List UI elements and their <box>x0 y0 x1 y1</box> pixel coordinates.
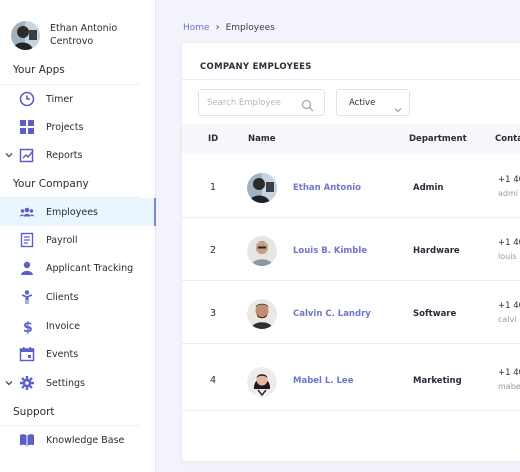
breadcrumb: Home › Employees <box>183 22 275 33</box>
sidebar-item-settings[interactable]: Settings <box>0 369 156 397</box>
column-header-name[interactable]: Name <box>248 134 275 144</box>
report-icon <box>19 147 35 163</box>
employee-id: 1 <box>210 182 217 193</box>
employee-department: Software <box>413 309 457 319</box>
sidebar-item-employees[interactable]: Employees <box>0 198 156 226</box>
sidebar-item-events[interactable]: Events <box>0 340 156 368</box>
sidebar-item-label: Knowledge Base <box>46 434 125 446</box>
employee-id: 3 <box>210 308 217 319</box>
employee-name-link[interactable]: Louis B. Kimble <box>293 246 367 256</box>
status-select[interactable]: Active <box>336 89 410 116</box>
sidebar-item-label: Timer <box>46 93 74 105</box>
search-box <box>198 89 325 116</box>
chevron-right-icon: › <box>215 22 220 33</box>
sidebar-item-invoice[interactable]: $ Invoice <box>0 312 156 340</box>
employee-phone: +1 40 <box>498 238 520 248</box>
sidebar-item-label: Clients <box>46 291 79 303</box>
column-header-contact[interactable]: Conta <box>495 134 520 144</box>
user-avatar <box>11 20 40 50</box>
employees-card: COMPANY EMPLOYEES Active ID Name Departm… <box>182 43 520 461</box>
sidebar-item-timer[interactable]: Timer <box>0 85 156 113</box>
sidebar: Ethan Antonio Centrovo Your Apps Timer P… <box>0 0 156 472</box>
table-row[interactable]: 3 Calvin C. Landry Software +1 40 calvi <box>182 281 520 344</box>
user-name-line1: Ethan Antonio <box>50 23 118 34</box>
employee-phone: +1 40 <box>498 368 520 378</box>
search-input[interactable] <box>207 96 292 110</box>
employee-avatar <box>247 173 277 203</box>
employee-name-link[interactable]: Ethan Antonio <box>293 183 361 193</box>
search-icon[interactable] <box>301 97 314 112</box>
people-icon <box>19 204 35 220</box>
receipt-icon <box>19 232 35 248</box>
employee-avatar <box>247 236 277 266</box>
table-row[interactable]: 2 Louis B. Kimble Hardware +1 40 louis <box>182 218 520 281</box>
sidebar-item-label: Payroll <box>46 234 78 246</box>
section-your-company: Your Company <box>13 178 89 190</box>
employee-email: mabe <box>498 382 520 391</box>
employee-email: calvi <box>498 315 517 324</box>
sidebar-item-payroll[interactable]: Payroll <box>0 226 156 254</box>
status-select-value: Active <box>349 98 376 108</box>
employee-phone: +1 40 <box>498 301 520 311</box>
chevron-down-icon[interactable] <box>5 151 13 159</box>
employee-department: Hardware <box>413 246 460 256</box>
sidebar-item-label: Invoice <box>46 320 80 332</box>
breadcrumb-home-link[interactable]: Home <box>183 23 210 33</box>
sidebar-item-label: Applicant Tracking <box>46 262 134 274</box>
sidebar-item-label: Events <box>46 348 79 360</box>
clock-icon <box>19 91 35 107</box>
user-name: Ethan Antonio Centrovo <box>50 22 117 48</box>
sidebar-item-label: Settings <box>46 377 85 389</box>
table-row[interactable]: 4 Mabel L. Lee Marketing +1 40 mabe <box>182 344 520 411</box>
column-header-department[interactable]: Department <box>409 134 467 144</box>
employee-email: louis <box>498 252 517 261</box>
employee-id: 4 <box>210 375 217 386</box>
sidebar-item-reports[interactable]: Reports <box>0 141 156 169</box>
sidebar-item-label: Employees <box>46 206 98 218</box>
sidebar-item-clients[interactable]: Clients <box>0 283 156 311</box>
employee-id: 2 <box>210 245 217 256</box>
client-icon <box>19 289 35 305</box>
chevron-down-icon <box>394 99 402 113</box>
employee-department: Marketing <box>413 376 462 386</box>
grid-icon <box>19 119 35 135</box>
employee-avatar <box>247 299 277 329</box>
book-icon <box>19 432 35 448</box>
sidebar-item-label: Reports <box>46 149 83 161</box>
card-title: COMPANY EMPLOYEES <box>200 62 312 72</box>
breadcrumb-current: Employees <box>225 22 275 33</box>
employee-email: admi <box>498 189 518 198</box>
user-profile[interactable]: Ethan Antonio Centrovo <box>11 18 151 52</box>
sidebar-item-applicant-tracking[interactable]: Applicant Tracking <box>0 254 156 282</box>
section-support: Support <box>13 406 55 418</box>
employee-avatar <box>247 367 277 397</box>
divider <box>182 79 520 80</box>
column-header-id[interactable]: ID <box>208 134 218 144</box>
employee-department: Admin <box>413 183 444 193</box>
gear-icon <box>19 375 35 391</box>
chevron-down-icon[interactable] <box>5 379 13 387</box>
section-your-apps: Your Apps <box>13 64 65 76</box>
dollar-icon: $ <box>19 318 35 334</box>
employee-phone: +1 40 <box>498 175 520 185</box>
table-header: ID Name Department Conta <box>182 124 520 154</box>
user-name-line2: Centrovo <box>50 36 94 47</box>
employee-name-link[interactable]: Calvin C. Landry <box>293 309 371 319</box>
calendar-icon <box>19 346 35 362</box>
employee-name-link[interactable]: Mabel L. Lee <box>293 376 353 386</box>
table-row[interactable]: 1 Ethan Antonio Admin +1 40 admi <box>182 154 520 218</box>
sidebar-item-knowledge-base[interactable]: Knowledge Base <box>0 426 156 454</box>
sidebar-item-label: Projects <box>46 121 84 133</box>
sidebar-item-projects[interactable]: Projects <box>0 113 156 141</box>
user-icon <box>19 260 35 276</box>
svg-text:$: $ <box>23 320 33 334</box>
